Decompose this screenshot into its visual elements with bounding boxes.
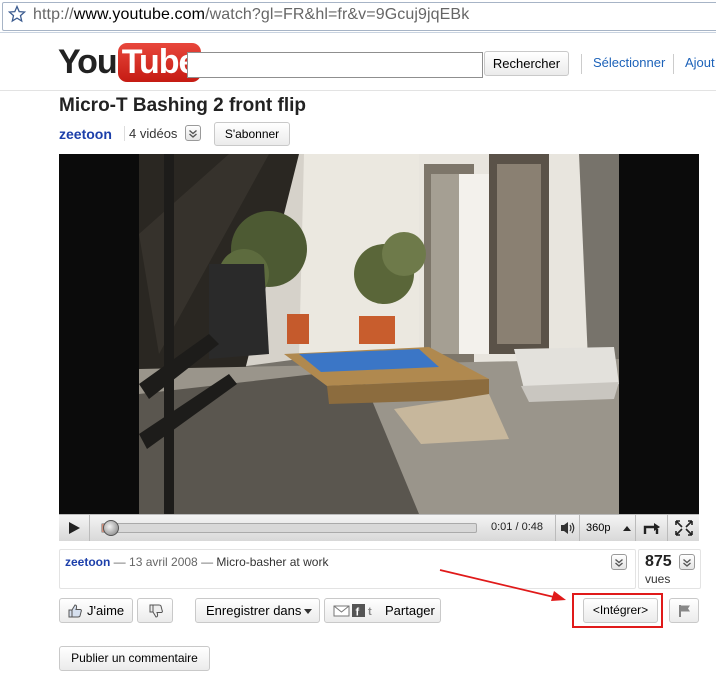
video-player[interactable] [59, 154, 699, 514]
view-count: 875 [645, 553, 672, 570]
chevron-down-icon[interactable] [185, 125, 201, 141]
search-button[interactable]: Rechercher [484, 51, 569, 76]
popout-icon [643, 523, 660, 534]
bookmark-star-icon[interactable] [8, 5, 26, 23]
video-count: 4 vidéos [124, 126, 177, 141]
quality-selector[interactable]: 360p [579, 515, 636, 541]
video-title: Micro-T Bashing 2 front flip [59, 95, 306, 116]
url-domain: www.youtube.com [73, 6, 206, 23]
separator: — [197, 555, 217, 569]
progress-bar[interactable] [101, 523, 477, 533]
speaker-icon [561, 522, 575, 534]
play-icon [69, 522, 80, 534]
chevron-down-icon[interactable] [679, 554, 695, 570]
fullscreen-icon [675, 520, 693, 536]
progress-handle[interactable] [103, 520, 119, 536]
add-link[interactable]: Ajout [685, 55, 715, 70]
time-display: 0:01 / 0:48 [491, 521, 543, 533]
views-box: 875 vues [638, 549, 701, 589]
svg-text:t: t [368, 606, 372, 618]
search-input[interactable] [187, 52, 483, 78]
upload-date: 13 avril 2008 [129, 555, 198, 569]
header-divider [581, 54, 582, 74]
save-label: Enregistrer dans [206, 603, 302, 618]
post-comment-button[interactable]: Publier un commentaire [59, 646, 210, 671]
uploader-link[interactable]: zeetoon [65, 555, 110, 569]
chevron-up-icon [623, 526, 631, 531]
like-label: J'aime [87, 603, 125, 618]
flag-button[interactable] [669, 598, 699, 623]
description-line: zeetoon — 13 avril 2008 — Micro-basher a… [65, 555, 328, 569]
url-text[interactable]: http://www.youtube.com/watch?gl=FR&hl=fr… [33, 6, 469, 24]
url-path: /watch?gl=FR&hl=fr&v=9Gcuj9jqEBk [205, 6, 470, 23]
volume-button[interactable] [555, 515, 580, 541]
logo-you: You [58, 43, 118, 81]
quality-label: 360p [586, 522, 611, 534]
like-button[interactable]: J'aime [59, 598, 133, 623]
popout-button[interactable] [635, 515, 668, 541]
header-separator [0, 90, 716, 91]
subscribe-button[interactable]: S'abonner [214, 122, 290, 146]
url-prefix: http:// [33, 6, 74, 23]
video-frame [59, 154, 699, 514]
annotation-arrow [439, 569, 566, 601]
separator: — [110, 555, 130, 569]
youtube-logo[interactable]: You Tube [58, 43, 202, 82]
embed-button[interactable]: <Intégrer> [583, 598, 658, 623]
share-button[interactable]: f t Partager [324, 598, 441, 623]
dislike-button[interactable] [137, 598, 173, 623]
play-button[interactable] [59, 515, 90, 541]
select-link[interactable]: Sélectionner [593, 55, 665, 70]
share-label: Partager [385, 603, 435, 618]
player-controls: 0:01 / 0:48 360p [59, 514, 699, 541]
chevron-down-icon [304, 609, 312, 614]
flag-icon [679, 605, 690, 617]
thumbs-down-icon [149, 604, 163, 618]
share-icons: f t [333, 604, 372, 619]
header-divider [673, 54, 674, 74]
chevron-down-icon[interactable] [611, 554, 627, 570]
fullscreen-button[interactable] [667, 515, 700, 541]
description-text: Micro-basher at work [216, 555, 329, 569]
svg-text:f: f [356, 607, 360, 619]
view-label: vues [645, 572, 671, 586]
channel-link[interactable]: zeetoon [59, 126, 112, 142]
save-to-button[interactable]: Enregistrer dans [195, 598, 320, 623]
thumbs-up-icon [68, 604, 82, 618]
